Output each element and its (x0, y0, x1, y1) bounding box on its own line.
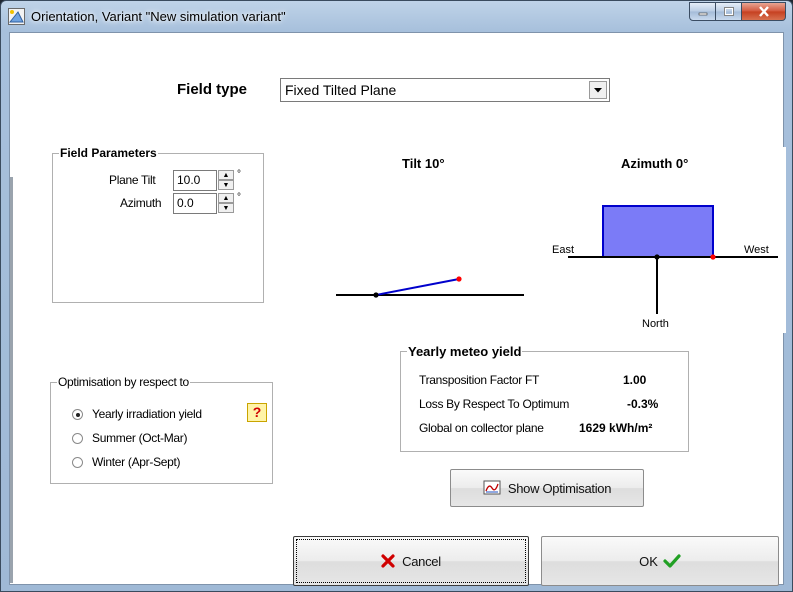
chevron-down-icon (594, 87, 602, 92)
dropdown-button[interactable] (589, 81, 607, 99)
meteo-row-label: Global on collector plane (419, 421, 544, 435)
optimisation-group: Optimisation by respect to Yearly irradi… (50, 375, 273, 484)
radio-yearly-label[interactable]: Yearly irradiation yield (92, 407, 202, 421)
north-label: North (642, 318, 669, 330)
azimuth-label: Azimuth (120, 196, 162, 210)
field-parameters-group: Field Parameters Plane Tilt 10.0 ▲ ▼ ° A… (52, 146, 264, 303)
plane-tilt-label: Plane Tilt (109, 173, 156, 187)
west-label: West (744, 244, 769, 256)
east-label: East (552, 244, 574, 256)
show-optimisation-button[interactable]: Show Optimisation (450, 469, 644, 507)
plane-tilt-spinner[interactable]: ▲ ▼ (218, 170, 234, 191)
help-button[interactable]: ? (247, 403, 267, 422)
ok-button[interactable]: OK (541, 536, 779, 586)
radio-summer[interactable] (72, 433, 83, 444)
azimuth-title: Azimuth 0° (621, 156, 688, 171)
field-parameters-title: Field Parameters (59, 146, 158, 160)
azimuth-end-marker (710, 254, 716, 260)
azimuth-plane-rect (602, 205, 714, 258)
cancel-label: Cancel (402, 553, 441, 569)
orientation-diagram-svg: Tilt 10° Azimuth 0° East West North (336, 156, 778, 330)
maximize-button[interactable] (716, 2, 742, 21)
center-marker (654, 254, 660, 260)
pivot-marker (373, 292, 379, 298)
spin-down-icon[interactable]: ▼ (218, 203, 234, 213)
radio-winter-label[interactable]: Winter (Apr-Sept) (92, 455, 181, 469)
title-bar[interactable]: Orientation, Variant "New simulation var… (1, 1, 792, 32)
radio-summer-label[interactable]: Summer (Oct-Mar) (92, 431, 188, 445)
spin-down-icon[interactable]: ▼ (218, 180, 234, 190)
meteo-row-value: 1.00 (623, 373, 647, 387)
optimisation-title: Optimisation by respect to (57, 375, 190, 389)
plane-tilt-input[interactable]: 10.0 (173, 170, 217, 191)
minimize-button[interactable] (689, 2, 716, 21)
yearly-meteo-group: Yearly meteo yield Transposition Factor … (400, 344, 689, 452)
azimuth-unit: ° (237, 192, 241, 203)
dialog-window: Orientation, Variant "New simulation var… (0, 0, 793, 592)
meteo-row-label: Loss By Respect To Optimum (419, 397, 570, 411)
meteo-row-value: 1629 kWh/m² (579, 421, 653, 435)
field-type-value: Fixed Tilted Plane (285, 82, 397, 98)
app-icon (8, 8, 25, 25)
meteo-row-label: Transposition Factor FT (419, 373, 540, 387)
minimize-icon (698, 12, 707, 15)
orientation-diagram: Tilt 10° Azimuth 0° East West North (312, 147, 786, 333)
tilt-end-marker (456, 276, 462, 282)
dialog-content: Field type Fixed Tilted Plane Field Para… (9, 32, 786, 586)
ok-label: OK (639, 553, 658, 569)
field-type-label: Field type (177, 81, 248, 98)
close-button[interactable] (742, 2, 786, 21)
field-type-select[interactable]: Fixed Tilted Plane (280, 78, 610, 102)
radio-winter[interactable] (72, 457, 83, 468)
maximize-icon (723, 7, 734, 16)
plane-tilt-unit: ° (237, 169, 241, 180)
tilt-title: Tilt 10° (402, 156, 445, 171)
meteo-row-value: -0.3% (627, 397, 659, 411)
yearly-meteo-title: Yearly meteo yield (407, 344, 523, 359)
azimuth-spinner[interactable]: ▲ ▼ (218, 193, 234, 214)
checkmark-icon (663, 554, 681, 568)
chart-icon (483, 480, 501, 495)
cancel-button[interactable]: Cancel (293, 536, 529, 586)
spin-up-icon[interactable]: ▲ (218, 193, 234, 203)
spin-up-icon[interactable]: ▲ (218, 170, 234, 180)
azimuth-input[interactable]: 0.0 (173, 193, 217, 214)
cancel-x-icon (381, 554, 395, 568)
radio-yearly[interactable] (72, 409, 83, 420)
close-icon (758, 6, 769, 17)
tilted-plane-line (375, 278, 460, 296)
left-edge-strip (10, 177, 13, 583)
show-optimisation-label: Show Optimisation (507, 480, 612, 496)
window-title: Orientation, Variant "New simulation var… (31, 9, 286, 24)
